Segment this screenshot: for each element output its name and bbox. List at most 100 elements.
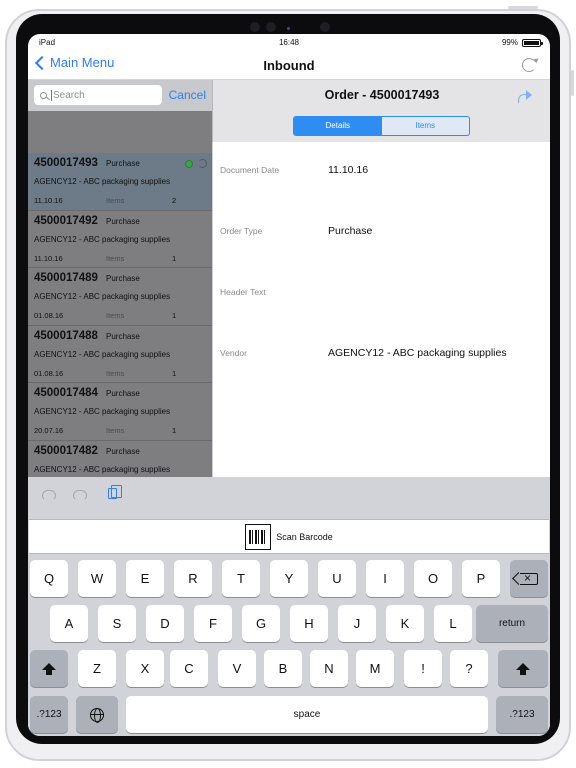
key-k[interactable]: K [386,605,424,642]
order-number: 4500017493 [34,157,98,169]
text-caret [51,89,52,101]
key-q[interactable]: Q [30,560,68,597]
key-exclamation[interactable]: ! [404,650,442,687]
search-input[interactable] [53,89,153,101]
camera [250,22,260,32]
camera-sensor-right [320,22,330,32]
items-count: 2 [172,196,177,205]
field-document-date: Document Date 11.10.16 [213,142,550,203]
barcode-icon [245,523,272,550]
order-vendor: AGENCY12 - ABC packaging supplies [34,407,171,416]
field-value: 11.10.16 [328,164,369,176]
cancel-button[interactable]: Cancel [169,88,206,102]
redo-icon[interactable] [73,490,87,501]
items-count: 1 [172,426,177,435]
refresh-icon[interactable] [522,58,536,72]
order-vendor: AGENCY12 - ABC packaging supplies [34,234,171,244]
globe-key[interactable] [76,696,118,733]
key-v[interactable]: V [218,650,256,687]
order-list: 4500017493 Purchase AGENCY12 - ABC packa… [28,153,212,477]
tab-items[interactable]: Items [382,117,470,135]
space-key[interactable]: space [126,696,488,733]
detail-title: Order - 4500017493 [324,88,440,102]
key-n[interactable]: N [310,650,348,687]
scan-barcode-button[interactable]: Scan Barcode [29,519,549,554]
key-j[interactable]: J [338,605,376,642]
undo-icon[interactable] [42,490,56,501]
battery-percent: 99% [501,38,518,47]
tab-bar: Details Items [212,111,550,142]
backspace-key[interactable] [510,560,548,597]
on-screen-keyboard: Scan Barcode Q W E R T Y U I O P A S D F… [28,477,550,736]
items-label: Items [106,253,125,263]
key-s[interactable]: S [98,605,136,642]
key-c[interactable]: C [170,650,208,687]
status-ok-icon [185,160,193,168]
order-row-4500017482[interactable]: 4500017482 Purchase AGENCY12 - ABC packa… [28,440,212,477]
key-x[interactable]: X [126,650,164,687]
return-key[interactable]: return [476,605,548,642]
order-type: Purchase [106,446,140,456]
status-bar: iPad 16:48 99% [28,34,550,51]
volume-button [571,70,574,96]
nav-bar: Main Menu Inbound [28,51,550,80]
items-count: 1 [172,311,177,320]
shift-icon [42,663,56,675]
scan-barcode-label: Scan Barcode [276,531,333,542]
key-w[interactable]: W [78,560,116,597]
order-date: 01.08.16 [34,368,64,378]
search-icon [40,91,47,99]
key-p[interactable]: P [462,560,500,597]
key-t[interactable]: T [222,560,260,597]
field-label: Order Type [220,226,263,236]
order-type: Purchase [106,389,140,398]
key-g[interactable]: G [242,605,280,642]
battery-icon [522,39,543,47]
shift-key-left[interactable] [30,650,68,687]
order-row-4500017488[interactable]: 4500017488 Purchase AGENCY12 - ABC packa… [28,325,212,383]
key-a[interactable]: A [50,605,88,642]
key-l[interactable]: L [434,605,472,642]
order-date: 11.10.16 [34,253,63,263]
items-label: Items [106,196,125,205]
camera-indicator [287,27,290,30]
share-icon[interactable] [518,89,532,103]
order-vendor: AGENCY12 - ABC packaging supplies [34,464,171,474]
numbers-key-left[interactable]: .?123 [30,696,68,733]
key-e[interactable]: E [126,560,164,597]
order-type: Purchase [106,274,140,283]
key-m[interactable]: M [356,650,394,687]
order-row-4500017492[interactable]: 4500017492 Purchase AGENCY12 - ABC packa… [28,210,212,268]
globe-icon [90,707,104,723]
order-number: 4500017492 [34,214,98,227]
order-number: 4500017488 [34,329,98,342]
order-type: Purchase [106,216,140,226]
key-o[interactable]: O [414,560,452,597]
key-z[interactable]: Z [78,650,116,687]
order-number: 4500017489 [34,272,98,284]
key-question[interactable]: ? [450,650,488,687]
key-u[interactable]: U [318,560,356,597]
order-row-4500017489[interactable]: 4500017489 Purchase AGENCY12 - ABC packa… [28,268,212,326]
order-row-4500017493[interactable]: 4500017493 Purchase AGENCY12 - ABC packa… [28,153,212,211]
backspace-icon [520,570,538,586]
detail-header: Order - 4500017493 [212,80,550,111]
order-row-4500017484[interactable]: 4500017484 Purchase AGENCY12 - ABC packa… [28,383,212,441]
key-r[interactable]: R [174,560,212,597]
order-detail-pane: Order - 4500017493 Details Items Documen… [212,80,550,477]
key-i[interactable]: I [366,560,404,597]
detail-fields: Document Date 11.10.16 Order Type Purcha… [212,142,550,477]
tab-details[interactable]: Details [294,117,382,135]
key-b[interactable]: B [264,650,302,687]
key-f[interactable]: F [194,605,232,642]
paste-icon[interactable] [108,485,122,499]
numbers-key-right[interactable]: .?123 [496,696,548,733]
power-button [508,6,538,9]
search-field[interactable] [34,85,162,105]
key-h[interactable]: H [290,605,328,642]
key-d[interactable]: D [146,605,184,642]
shift-key-right[interactable] [498,650,548,687]
key-y[interactable]: Y [270,560,308,597]
shift-icon [516,663,530,675]
order-type: Purchase [106,159,140,168]
